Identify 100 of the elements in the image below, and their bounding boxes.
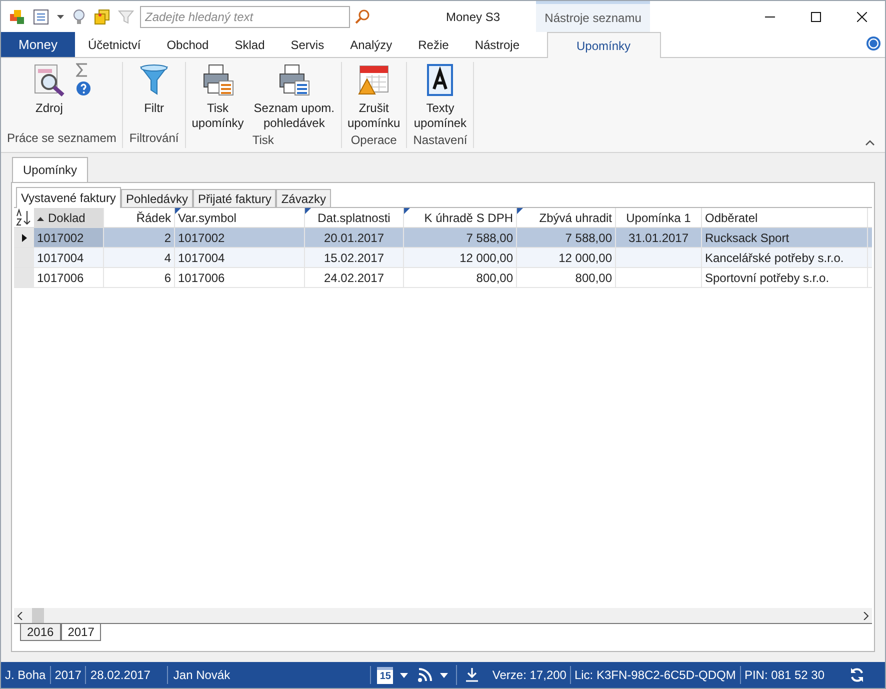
table-row[interactable]: 1017002 2 1017002 20.01.2017 7 588,00 7 588,00 31.01.2017 Rucksack Sport xyxy=(14,228,872,248)
document-tab[interactable]: Upomínky xyxy=(12,157,88,182)
magnifier-document-icon xyxy=(32,63,66,97)
dropdown-caret-icon[interactable] xyxy=(57,14,64,18)
help-icon[interactable] xyxy=(76,81,92,96)
table-cell: Rucksack Sport xyxy=(705,231,790,245)
funnel-icon xyxy=(139,63,170,97)
table-cell: 20.01.2017 xyxy=(324,231,384,245)
printer-icon xyxy=(277,63,312,97)
sort-ascending-icon xyxy=(37,216,44,221)
context-tab-title: Nástroje seznamu xyxy=(536,1,650,32)
sub-tab[interactable]: Závazky xyxy=(276,189,332,207)
ribbon-group-label: Nastavení xyxy=(413,132,468,149)
search-field[interactable]: Zadejte hledaný text xyxy=(140,6,350,28)
year-tab[interactable]: 2017 xyxy=(60,624,102,641)
app-logo-icon[interactable] xyxy=(9,8,25,24)
status-year: 2017 xyxy=(50,666,86,684)
dropdown-caret-icon[interactable] xyxy=(440,672,448,678)
status-name: Jan Novák xyxy=(168,666,372,684)
calendar-warning-icon xyxy=(356,63,391,97)
horizontal-scrollbar[interactable] xyxy=(14,608,872,623)
row-pointer-icon xyxy=(22,234,26,242)
table-cell: 24.02.2017 xyxy=(324,271,384,285)
corner-marker-icon xyxy=(404,208,410,214)
table-cell: 15.02.2017 xyxy=(324,251,384,265)
menu-tab[interactable]: Upomínky xyxy=(546,32,660,58)
status-pin: PIN: 081 52 30 xyxy=(743,667,825,684)
menu-tab[interactable]: Režie xyxy=(405,32,462,57)
column-header[interactable]: Var.symbol xyxy=(175,208,305,227)
download-icon[interactable] xyxy=(465,668,480,682)
status-version: Verze: 17,200 xyxy=(492,666,572,684)
column-header[interactable]: K úhradě S DPH xyxy=(404,208,517,227)
dropdown-caret-icon[interactable] xyxy=(400,672,408,678)
printer-icon xyxy=(200,63,235,97)
app-menu-tab[interactable]: Money xyxy=(1,32,75,57)
minimize-icon[interactable] xyxy=(765,16,775,18)
table-row[interactable]: 1017006 6 1017006 24.02.2017 800,00 800,00 Sportovní potřeby s.r.o. xyxy=(14,268,872,288)
menu-tab[interactable]: Sklad xyxy=(222,32,278,57)
ribbon-group-label: Filtrování xyxy=(129,130,179,147)
ribbon-group-label: Tisk xyxy=(252,132,274,149)
sub-tab[interactable]: Přijaté faktury xyxy=(192,189,276,207)
sum-icon[interactable] xyxy=(76,63,88,77)
table-cell: 1017004 xyxy=(37,251,84,265)
table-cell: Kancelářské potřeby s.r.o. xyxy=(705,251,844,265)
corner-marker-icon xyxy=(305,208,311,214)
sticky-notes-icon[interactable] xyxy=(94,8,110,24)
scroll-right-icon[interactable] xyxy=(863,612,869,620)
menu-tab[interactable]: Servis xyxy=(278,32,338,57)
table-cell: 1017006 xyxy=(178,271,225,285)
table-row[interactable]: 1017004 4 1017004 15.02.2017 12 000,00 12 000,00 Kancelářské potřeby s.r.o. xyxy=(14,248,872,268)
scrollbar-thumb[interactable] xyxy=(32,608,44,623)
sub-tab[interactable]: Pohledávky xyxy=(120,189,193,207)
column-header[interactable]: Zbývá uhradit xyxy=(517,208,616,227)
table-cell: 800,00 xyxy=(476,271,513,285)
list-icon[interactable] xyxy=(33,8,49,24)
table-cell: 1017006 xyxy=(37,271,84,285)
ribbon-button[interactable]: Tisk upomínky xyxy=(192,62,244,131)
table-cell: 1017002 xyxy=(178,231,225,245)
table-cell: 31.01.2017 xyxy=(628,231,689,245)
table-cell: 4 xyxy=(164,251,171,265)
window-title: Money S3 xyxy=(446,8,500,26)
table-cell: 12 000,00 xyxy=(460,251,513,265)
table-cell: 800,00 xyxy=(575,271,612,285)
lightbulb-icon[interactable] xyxy=(72,8,86,24)
status-user: J. Boha xyxy=(1,666,51,684)
sub-tab[interactable]: Vystavené faktury xyxy=(16,187,121,208)
menu-tab[interactable]: Analýzy xyxy=(337,32,406,57)
help-icon[interactable] xyxy=(866,36,881,51)
table-cell: 2 xyxy=(164,231,171,245)
rss-icon[interactable] xyxy=(418,668,432,682)
ribbon-button[interactable]: Texty upomínek xyxy=(414,62,467,131)
column-header[interactable]: Doklad xyxy=(34,208,104,227)
status-date: 28.02.2017 xyxy=(86,666,168,684)
column-header[interactable]: Dat.splatnosti xyxy=(305,208,404,227)
table-cell: 7 588,00 xyxy=(565,231,612,245)
menu-tab[interactable]: Obchod xyxy=(154,32,222,57)
table-cell: 1017002 xyxy=(37,231,84,245)
ribbon-button[interactable]: Filtr xyxy=(139,62,170,129)
close-icon[interactable] xyxy=(857,12,867,22)
calendar-icon[interactable]: 15 xyxy=(377,666,394,684)
refresh-icon[interactable] xyxy=(849,667,865,683)
table-cell: Sportovní potřeby s.r.o. xyxy=(705,271,830,285)
table-cell: 12 000,00 xyxy=(558,251,612,265)
table-cell: 6 xyxy=(164,271,171,285)
ribbon-button[interactable]: Zrušit upomínku xyxy=(348,62,400,131)
search-icon[interactable] xyxy=(354,8,370,24)
ribbon-group-label: Operace xyxy=(350,132,397,149)
corner-marker-icon xyxy=(517,208,523,214)
ribbon-button[interactable]: Zdroj xyxy=(32,62,66,129)
ribbon-button[interactable]: Seznam upom. pohledávek xyxy=(254,62,334,131)
status-license: Lic: K3FN-98C2-6C5D-QDQM xyxy=(571,666,742,684)
collapse-ribbon-icon[interactable] xyxy=(865,140,875,146)
scroll-left-icon[interactable] xyxy=(17,612,23,620)
maximize-icon[interactable] xyxy=(811,12,821,22)
year-tab[interactable]: 2016 xyxy=(20,624,61,641)
menu-tab[interactable]: Nástroje xyxy=(462,32,532,57)
table-cell: 7 588,00 xyxy=(466,231,513,245)
menu-tab[interactable]: Účetnictví xyxy=(75,32,154,57)
letter-document-icon xyxy=(425,63,456,97)
corner-marker-icon xyxy=(175,208,181,214)
